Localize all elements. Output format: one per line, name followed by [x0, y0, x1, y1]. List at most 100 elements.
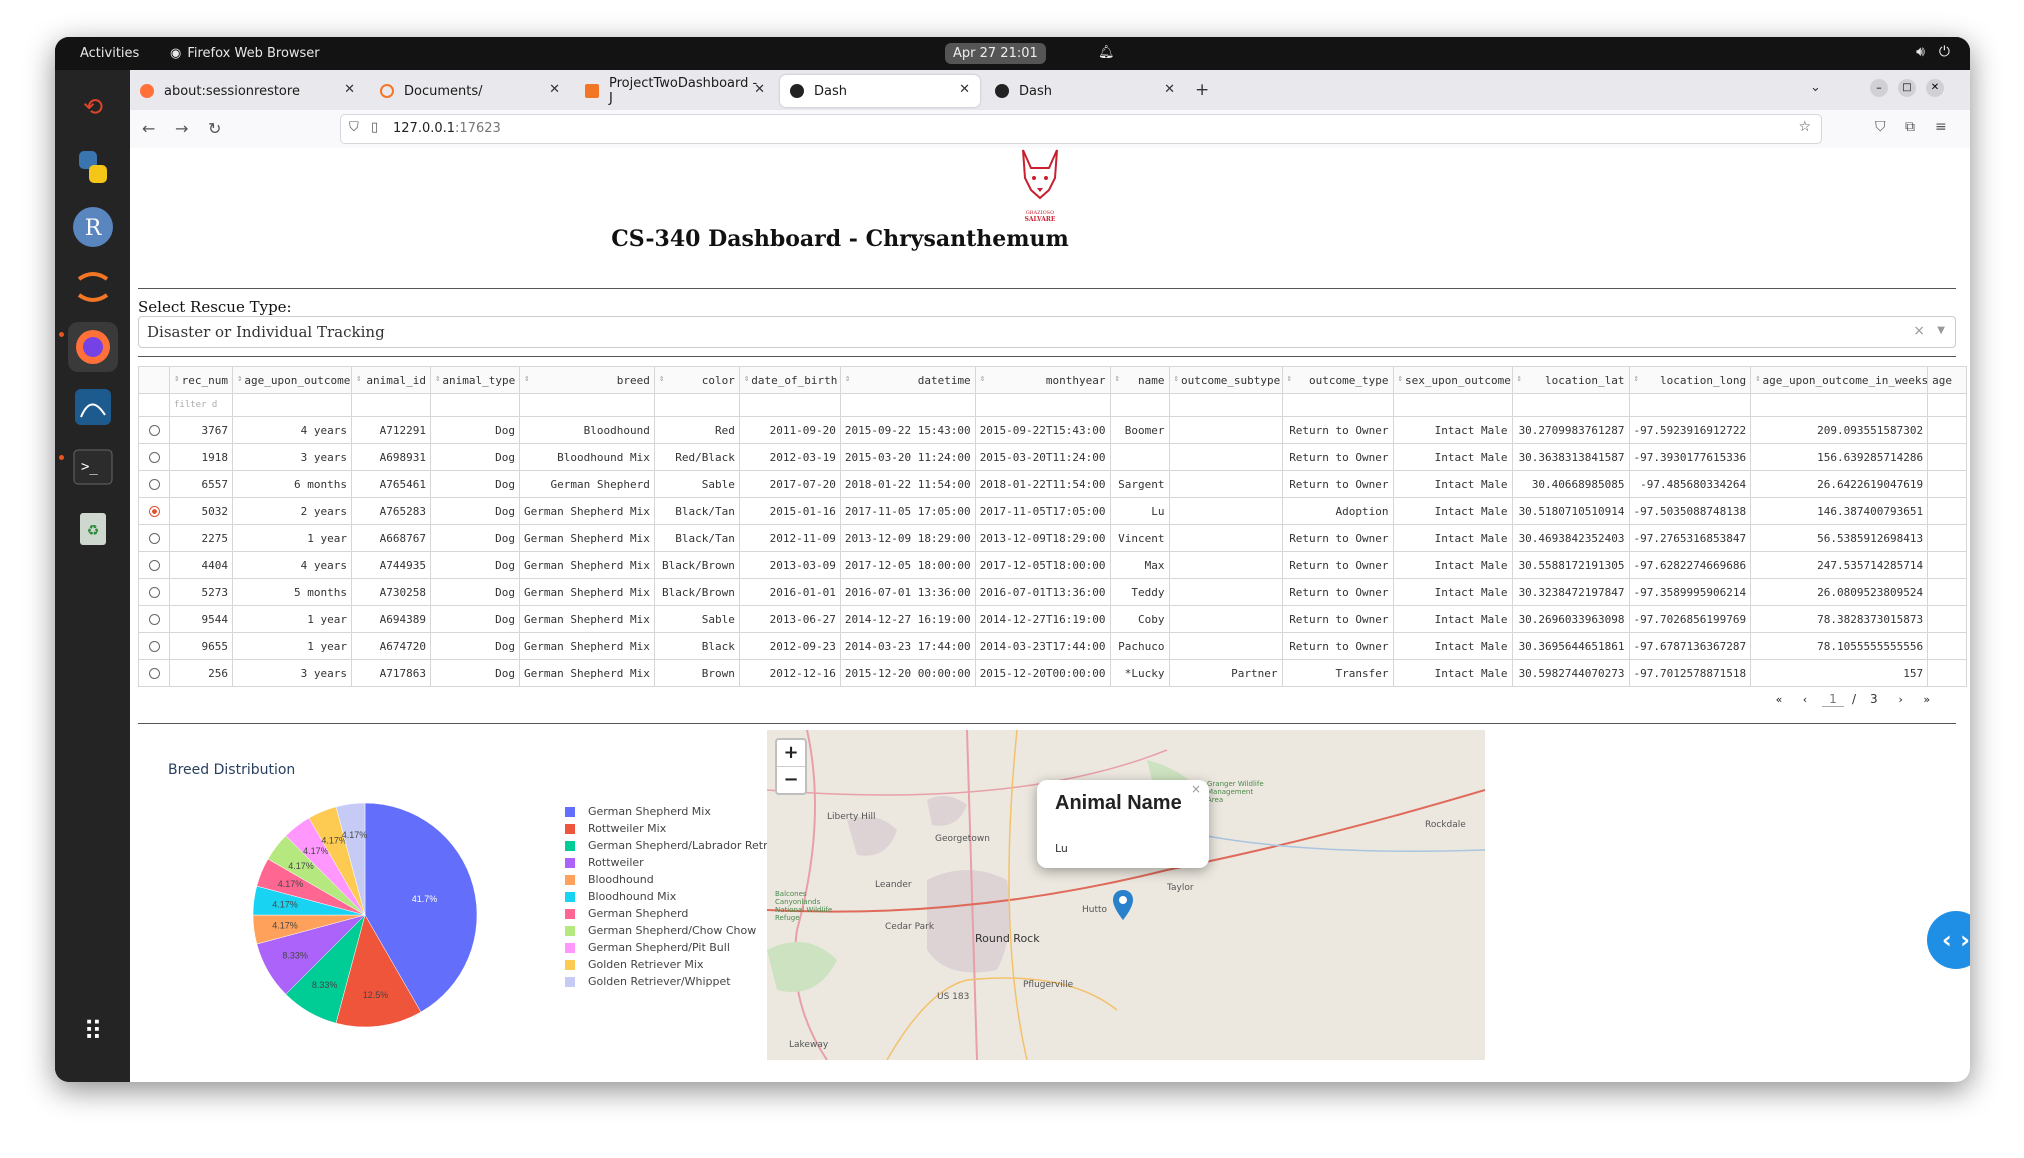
- close-icon[interactable]: ✕: [959, 82, 970, 97]
- zoom-out-button[interactable]: −: [777, 766, 805, 793]
- row-select-radio[interactable]: [138, 524, 170, 552]
- close-icon[interactable]: ✕: [549, 82, 560, 97]
- column-header[interactable]: ⇕ date_of_birth: [738, 366, 841, 394]
- column-header[interactable]: ⇕ datetime: [839, 366, 976, 394]
- window-close-icon[interactable]: ✕: [1926, 79, 1944, 97]
- bookmark-star-icon[interactable]: ☆: [1798, 119, 1811, 135]
- row-select-radio[interactable]: [138, 470, 170, 498]
- filter-input[interactable]: [1168, 393, 1283, 417]
- row-select-radio[interactable]: [138, 497, 170, 525]
- radio-icon[interactable]: [148, 587, 160, 598]
- filter-input[interactable]: [1392, 393, 1513, 417]
- table-row[interactable]: 5273 5 months A730258 Dog German Shepherd Mi…: [138, 578, 1968, 606]
- row-select-radio[interactable]: [138, 551, 170, 579]
- activities-button[interactable]: Activities: [80, 46, 139, 61]
- table-row[interactable]: 3767 4 years A712291 Dog Bloodhound Red 2011-0…: [138, 416, 1968, 444]
- legend-item[interactable]: Golden Retriever/Whippet: [565, 973, 795, 990]
- table-row[interactable]: 6557 6 months A765461 Dog German Shepherd Sab…: [138, 470, 1968, 498]
- filter-input[interactable]: [738, 393, 841, 417]
- minimize-icon[interactable]: –: [1870, 79, 1888, 97]
- back-arrow-icon[interactable]: ←: [142, 119, 155, 138]
- filter-input[interactable]: [519, 393, 655, 417]
- table-row[interactable]: 5032 2 years A765283 Dog German Shepherd Mix…: [138, 497, 1968, 525]
- new-tab-plus-icon[interactable]: +: [1195, 80, 1209, 100]
- close-icon[interactable]: ✕: [344, 82, 355, 97]
- column-header[interactable]: ⇕ outcome_type: [1281, 366, 1394, 394]
- column-header[interactable]: age: [1927, 366, 1968, 394]
- popup-close-button[interactable]: ×: [1191, 782, 1201, 796]
- column-header[interactable]: ⇕ animal_type: [430, 366, 520, 394]
- filter-input[interactable]: [839, 393, 976, 417]
- row-select-radio[interactable]: [138, 605, 170, 633]
- filter-input[interactable]: [1628, 393, 1752, 417]
- table-row[interactable]: 9544 1 year A694389 Dog German Shepherd Mix S…: [138, 605, 1968, 633]
- r-language-icon[interactable]: R: [68, 202, 118, 252]
- column-header[interactable]: ⇕ outcome_subtype: [1168, 366, 1283, 394]
- radio-icon[interactable]: [148, 614, 160, 625]
- row-select-radio[interactable]: [138, 578, 170, 606]
- row-select-radio[interactable]: [138, 416, 170, 444]
- tab-documents[interactable]: Documents/ ✕: [370, 75, 570, 107]
- legend-item[interactable]: German Shepherd/Labrador Retriever: [565, 837, 795, 854]
- legend-item[interactable]: Golden Retriever Mix: [565, 956, 795, 973]
- radio-icon[interactable]: [148, 506, 160, 517]
- mysql-workbench-icon[interactable]: [68, 382, 118, 432]
- legend-item[interactable]: Bloodhound Mix: [565, 888, 795, 905]
- column-header[interactable]: ⇕ sex_upon_outcome: [1392, 366, 1513, 394]
- filter-input[interactable]: [430, 393, 520, 417]
- radio-icon[interactable]: [148, 641, 160, 652]
- prev-page-icon[interactable]: ‹: [1796, 690, 1814, 708]
- filter-input[interactable]: [1511, 393, 1630, 417]
- tab-projecttwodashboard[interactable]: ProjectTwoDashboard - J ✕: [575, 75, 775, 107]
- column-header[interactable]: ⇕ name: [1109, 366, 1170, 394]
- list-tabs-chevron-icon[interactable]: ⌄: [1810, 80, 1821, 95]
- row-select-radio[interactable]: [138, 659, 170, 687]
- zoom-in-button[interactable]: +: [777, 740, 805, 766]
- maximize-icon[interactable]: □: [1898, 79, 1916, 97]
- clear-icon[interactable]: ×: [1913, 323, 1925, 339]
- column-header[interactable]: ⇕ rec_num: [169, 366, 233, 394]
- filter-input[interactable]: [974, 393, 1111, 417]
- filter-input[interactable]: filter d: [169, 393, 233, 417]
- column-header[interactable]: ⇕ animal_id: [351, 366, 431, 394]
- shield-icon[interactable]: ⛉: [349, 120, 359, 135]
- next-page-icon[interactable]: ›: [1892, 690, 1910, 708]
- rescue-type-dropdown[interactable]: Disaster or Individual Tracking × ▼: [138, 316, 1956, 348]
- radio-icon[interactable]: [148, 668, 160, 679]
- last-page-icon[interactable]: »: [1918, 690, 1936, 708]
- reload-icon[interactable]: ↻: [208, 119, 221, 138]
- table-row[interactable]: 4404 4 years A744935 Dog German Shepherd Mix…: [138, 551, 1968, 579]
- tab-dash-active[interactable]: Dash ✕: [780, 75, 980, 107]
- system-tray[interactable]: 🔊︎ ⏻: [1916, 44, 1950, 60]
- column-header[interactable]: ⇕ monthyear: [974, 366, 1111, 394]
- column-header[interactable]: ⇕ location_long: [1628, 366, 1752, 394]
- filter-input[interactable]: [653, 393, 740, 417]
- legend-item[interactable]: German Shepherd Mix: [565, 803, 795, 820]
- app-grid-icon[interactable]: ⠿: [68, 1007, 118, 1057]
- table-row[interactable]: 256 3 years A717863 Dog German Shepherd Mix B…: [138, 659, 1968, 687]
- rstudio-icon[interactable]: ⟲: [68, 82, 118, 132]
- close-icon[interactable]: ✕: [754, 82, 765, 97]
- tab-sessionrestore[interactable]: about:sessionrestore ✕: [130, 75, 365, 107]
- legend-item[interactable]: German Shepherd/Pit Bull: [565, 939, 795, 956]
- row-select-radio[interactable]: [138, 632, 170, 660]
- map-marker-icon[interactable]: [1113, 890, 1133, 920]
- filter-input[interactable]: [1927, 393, 1968, 417]
- filter-input[interactable]: [232, 393, 352, 417]
- table-row[interactable]: 2275 1 year A668767 Dog German Shepherd Mix B…: [138, 524, 1968, 552]
- location-map[interactable]: Liberty Hill Georgetown Leander Cedar Pa…: [767, 730, 1485, 1060]
- radio-icon[interactable]: [148, 479, 160, 490]
- column-header[interactable]: ⇕ breed: [519, 366, 655, 394]
- clock[interactable]: Apr 27 21:01: [945, 43, 1046, 64]
- column-header[interactable]: ⇕ location_lat: [1511, 366, 1630, 394]
- forward-arrow-icon[interactable]: →: [175, 119, 188, 138]
- close-icon[interactable]: ✕: [1164, 82, 1175, 97]
- menu-hamburger-icon[interactable]: ≡: [1935, 119, 1947, 135]
- jupyter-icon[interactable]: [68, 262, 118, 312]
- extensions-icon[interactable]: ⧉: [1905, 119, 1915, 135]
- legend-item[interactable]: Rottweiler: [565, 854, 795, 871]
- filter-input[interactable]: [1109, 393, 1170, 417]
- radio-icon[interactable]: [148, 425, 160, 436]
- filter-input[interactable]: [351, 393, 431, 417]
- legend-item[interactable]: Rottweiler Mix: [565, 820, 795, 837]
